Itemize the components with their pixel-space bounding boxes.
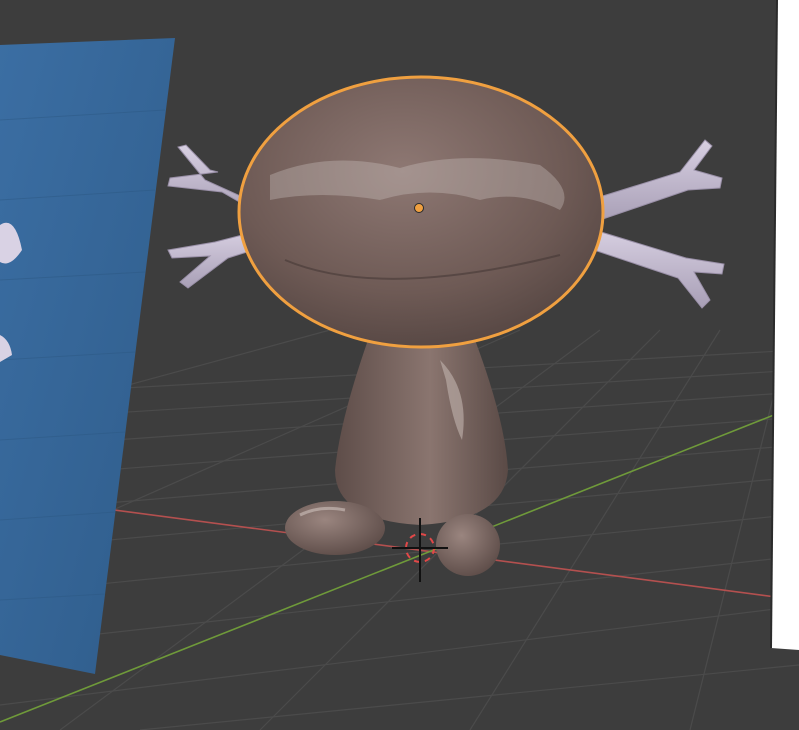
character-gills-right[interactable] [587,139,725,309]
character-head[interactable] [237,75,605,349]
object-origin-icon [414,203,424,213]
viewport-3d[interactable] [0,0,799,730]
viewport-canvas[interactable] [0,0,799,730]
white-panel[interactable] [770,0,799,650]
character-body[interactable] [335,340,508,525]
